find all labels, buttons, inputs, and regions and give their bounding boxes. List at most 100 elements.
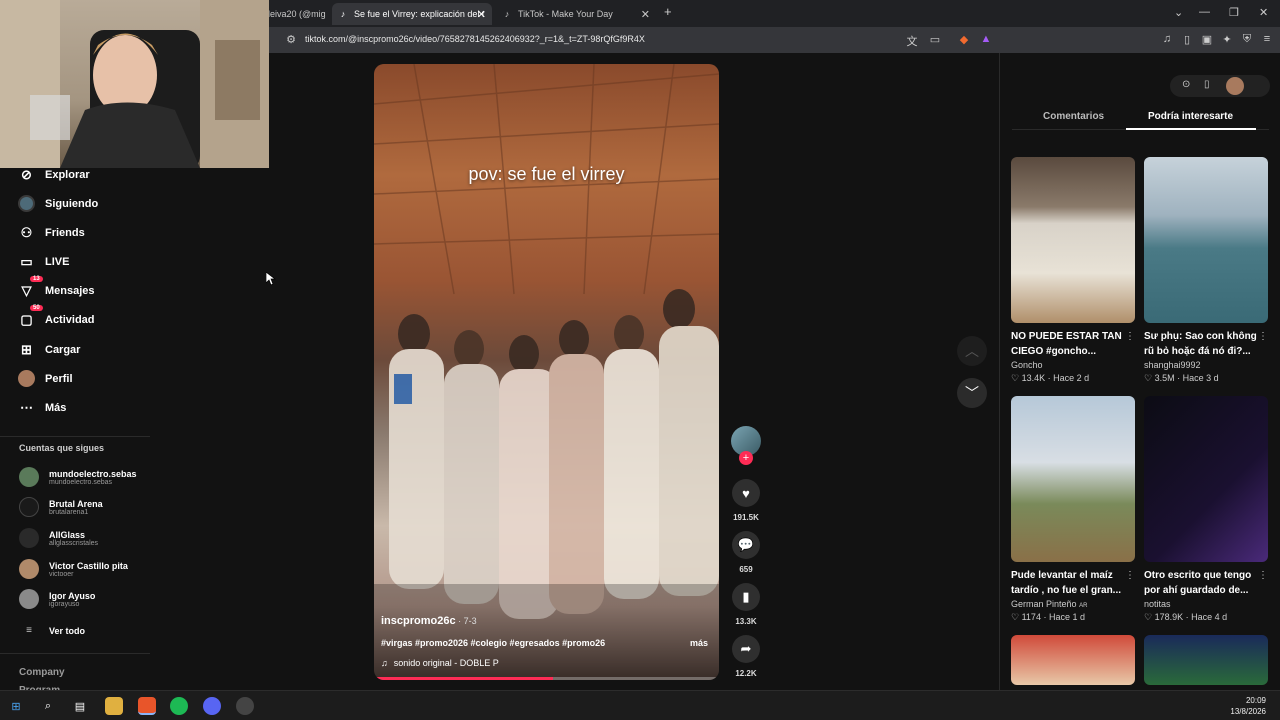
video-author[interactable]: inscpromo26c · 7-3 <box>381 615 477 627</box>
search-icon[interactable]: ⌕ <box>39 697 57 715</box>
pip-icon[interactable]: ⊙ <box>1182 79 1190 90</box>
close-tab-icon[interactable]: ✕ <box>477 8 486 21</box>
previous-video-button[interactable]: ︿ <box>957 336 987 366</box>
sidebar-item-explorar[interactable]: ⊘ Explorar <box>18 166 90 183</box>
card-options-icon[interactable]: ⋮ <box>1125 331 1135 342</box>
video-player[interactable]: pov: se fue el virrey inscpromo26c · 7-3… <box>374 64 719 680</box>
wallet-icon[interactable]: ▣ <box>1200 33 1214 46</box>
video-hashtags[interactable]: #virgas #promo2026 #colegio #egresados #… <box>381 638 605 648</box>
account-name: Igor Ayuso <box>49 590 96 601</box>
discord-icon[interactable] <box>203 697 221 715</box>
video-overlay-text: pov: se fue el virrey <box>468 164 625 184</box>
system-clock[interactable]: 20:09 13/8/2026 <box>1230 695 1266 717</box>
account-item[interactable]: Igor Ayuso igorayuso <box>19 589 95 609</box>
recommended-card-thumbnail[interactable] <box>1144 635 1268 685</box>
user-avatar[interactable] <box>1226 77 1244 95</box>
recommended-card[interactable]: Sư phụ: Sao con không rũ bỏ hoặc đá nó đ… <box>1144 157 1268 384</box>
save-button[interactable]: ▮ 13.3K <box>732 583 760 626</box>
list-icon: ≡ <box>26 625 32 636</box>
rewards-icon[interactable]: ▲ <box>979 33 993 45</box>
device-icon[interactable]: ▯ <box>1204 79 1210 90</box>
browser-tab-2[interactable]: ♪ Se fue el Virrey: explicación del t ✕ <box>332 3 492 25</box>
close-tab-icon[interactable]: ✕ <box>641 8 650 21</box>
recommended-card[interactable]: Pude levantar el maíz tardío , no fue el… <box>1011 396 1135 623</box>
menu-icon[interactable]: ≡ <box>1260 33 1274 45</box>
sidebar-item-live[interactable]: ▭ LIVE <box>18 253 69 270</box>
close-window-icon[interactable]: ✕ <box>1259 6 1268 19</box>
avatar <box>19 559 39 579</box>
recommended-card-thumbnail[interactable] <box>1011 635 1135 685</box>
music-icon[interactable]: ♫ <box>1160 33 1174 45</box>
account-handle: victooer <box>49 570 74 578</box>
brave-shield-icon[interactable]: ◆ <box>957 33 971 46</box>
author-name: inscpromo26c <box>381 615 456 627</box>
sidebar-item-perfil[interactable]: Perfil <box>18 370 73 387</box>
spotify-icon[interactable] <box>170 697 188 715</box>
live-icon: ▭ <box>20 253 33 269</box>
account-item[interactable]: Victor Castillo pita victooer <box>19 559 128 579</box>
tab-search-icon[interactable]: ⌄ <box>1174 6 1183 19</box>
messages-badge: 13 <box>30 276 43 282</box>
tab-comentarios[interactable]: Comentarios <box>1043 111 1104 122</box>
tiktok-icon: ♪ <box>504 9 510 19</box>
like-button[interactable]: ♥ 191.5K <box>732 479 760 522</box>
sidebar-item-friends[interactable]: ⚇ Friends <box>18 224 85 241</box>
card-options-icon[interactable]: ⋮ <box>1258 570 1268 581</box>
minimize-icon[interactable]: — <box>1199 6 1210 18</box>
card-options-icon[interactable]: ⋮ <box>1125 570 1135 581</box>
cast-icon[interactable]: ▭ <box>928 33 942 46</box>
sidebar-item-mas[interactable]: ⋯ Más <box>18 399 66 416</box>
sidebar-item-label: Siguiendo <box>45 197 99 210</box>
sidebar-item-cargar[interactable]: ⊞ Cargar <box>18 341 80 358</box>
comment-button[interactable]: 💬 659 <box>732 531 760 574</box>
sidebar-toggle-icon[interactable]: ▯ <box>1180 33 1194 46</box>
card-likes: 3.5M <box>1154 373 1175 383</box>
task-view-icon[interactable]: ▤ <box>71 697 89 715</box>
video-progress-track[interactable] <box>374 677 719 680</box>
recommended-card[interactable]: Otro escrito que tengo por ahí guardado … <box>1144 396 1268 623</box>
maximize-icon[interactable]: ❐ <box>1229 6 1239 19</box>
profile-avatar-icon <box>18 370 35 387</box>
comment-count: 659 <box>739 565 753 574</box>
see-all-link[interactable]: ≡ Ver todo <box>19 625 85 636</box>
video-sound[interactable]: ♫ sonido original - DOBLE P <box>381 658 499 668</box>
obs-icon[interactable] <box>236 697 254 715</box>
brave-browser-icon[interactable] <box>138 697 156 715</box>
new-tab-icon[interactable]: + <box>664 4 672 19</box>
card-author: Goncho <box>1011 360 1043 370</box>
footer-company-link[interactable]: Company <box>19 667 65 678</box>
account-handle: mundoelectro.sebas <box>49 478 113 486</box>
account-item[interactable]: mundoelectro.sebas mundoelectro.sebas <box>19 467 137 487</box>
recommended-card[interactable]: NO PUEDE ESTAR TAN CIEGO #goncho... Gonc… <box>1011 157 1135 384</box>
active-tab-indicator <box>1126 128 1256 130</box>
sidebar-item-actividad[interactable]: ▢ 50 Actividad <box>18 305 95 328</box>
browser-tab-3[interactable]: ♪ TikTok - Make Your Day ✕ <box>496 3 656 25</box>
card-options-icon[interactable]: ⋮ <box>1258 331 1268 342</box>
file-explorer-icon[interactable] <box>105 697 123 715</box>
sidebar-item-mensajes[interactable]: ▽ 13 Mensajes <box>18 276 95 299</box>
card-author-name: German Pinteño <box>1011 599 1077 609</box>
leo-icon[interactable]: ✦ <box>1220 33 1234 46</box>
follow-plus-icon[interactable]: + <box>739 451 753 465</box>
sidebar-item-siguiendo[interactable]: Siguiendo <box>18 195 98 212</box>
site-info-icon[interactable]: ⚙ <box>284 33 298 46</box>
windows-start-icon[interactable]: ⊞ <box>7 697 25 715</box>
tab-podria-interesarte[interactable]: Podría interesarte <box>1148 111 1233 122</box>
compass-icon: ⊘ <box>21 166 32 182</box>
url-field[interactable]: tiktok.com/@inscpromo26c/video/765827814… <box>305 34 645 44</box>
tab-label: Se fue el Virrey: explicación del t <box>354 9 485 19</box>
creator-avatar[interactable]: + <box>731 426 761 465</box>
account-item[interactable]: Brutal Arena brutalarena1 <box>19 497 103 517</box>
browser-tab-1[interactable]: leiva20 (@mig <box>262 3 328 25</box>
tab-label: leiva20 (@mig <box>268 9 326 19</box>
next-video-button[interactable]: ﹀ <box>957 378 987 408</box>
vpn-icon[interactable]: ⛨ <box>1240 33 1254 46</box>
music-note-icon: ♫ <box>381 658 388 668</box>
heart-icon: ♡ <box>1011 373 1020 383</box>
sidebar-item-label: Cargar <box>45 343 81 356</box>
account-item[interactable]: AllGlass allglasscristales <box>19 528 98 548</box>
share-button[interactable]: ➦ 12.2K <box>732 635 760 678</box>
translate-icon[interactable]: 文 <box>905 33 919 49</box>
divider <box>0 436 150 437</box>
more-button[interactable]: más <box>690 638 708 648</box>
